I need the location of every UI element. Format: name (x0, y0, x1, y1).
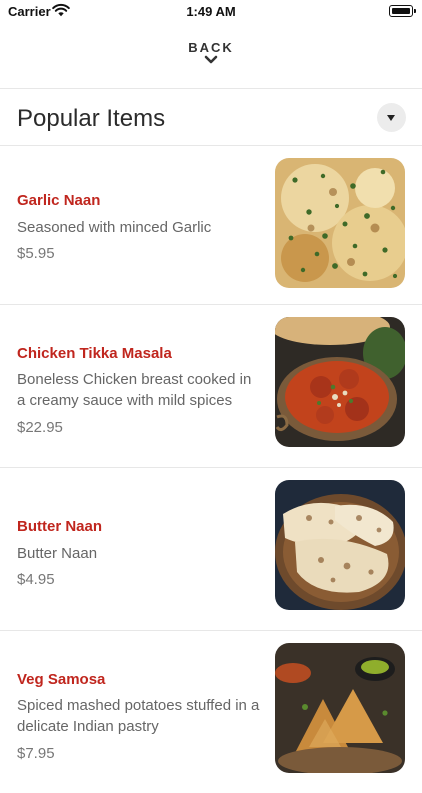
section-title: Popular Items (17, 105, 166, 132)
item-description: Boneless Chicken breast cooked in a crea… (17, 371, 252, 409)
garlic-naan-photo (275, 158, 405, 288)
item-name: Garlic Naan (17, 192, 101, 209)
battery-icon (389, 5, 416, 17)
item-name: Chicken Tikka Masala (17, 345, 172, 362)
item-price: $4.95 (17, 571, 55, 588)
menu-item-garlic-naan[interactable]: Garlic Naan Seasoned with minced Garlic … (0, 146, 422, 308)
status-bar: Carrier 1:49 AM (0, 0, 422, 24)
item-price: $5.95 (17, 245, 55, 262)
item-description: Butter Naan (17, 545, 98, 562)
clock: 1:49 AM (186, 4, 236, 19)
chicken-tikka-masala-photo (275, 317, 405, 447)
menu-item-butter-naan[interactable]: Butter Naan Butter Naan $4.95 (0, 468, 422, 630)
item-price: $7.95 (17, 745, 55, 762)
section-header: Popular Items (0, 89, 422, 145)
veg-samosa-photo (275, 643, 405, 773)
butter-naan-photo (275, 480, 405, 610)
item-name: Butter Naan (17, 518, 103, 535)
item-name: Veg Samosa (17, 671, 106, 688)
back-label: BACK (188, 40, 234, 55)
item-description: Spiced mashed potatoes stuffed in a deli… (17, 697, 260, 735)
item-description: Seasoned with minced Garlic (17, 219, 212, 236)
back-button[interactable]: BACK (0, 40, 422, 76)
chevron-down-icon (204, 55, 218, 64)
collapse-toggle-button[interactable] (377, 103, 406, 132)
menu-item-veg-samosa[interactable]: Veg Samosa Spiced mashed potatoes stuffe… (0, 631, 422, 793)
menu-item-chicken-tikka-masala[interactable]: Chicken Tikka Masala Boneless Chicken br… (0, 305, 422, 467)
item-price: $22.95 (17, 419, 63, 436)
